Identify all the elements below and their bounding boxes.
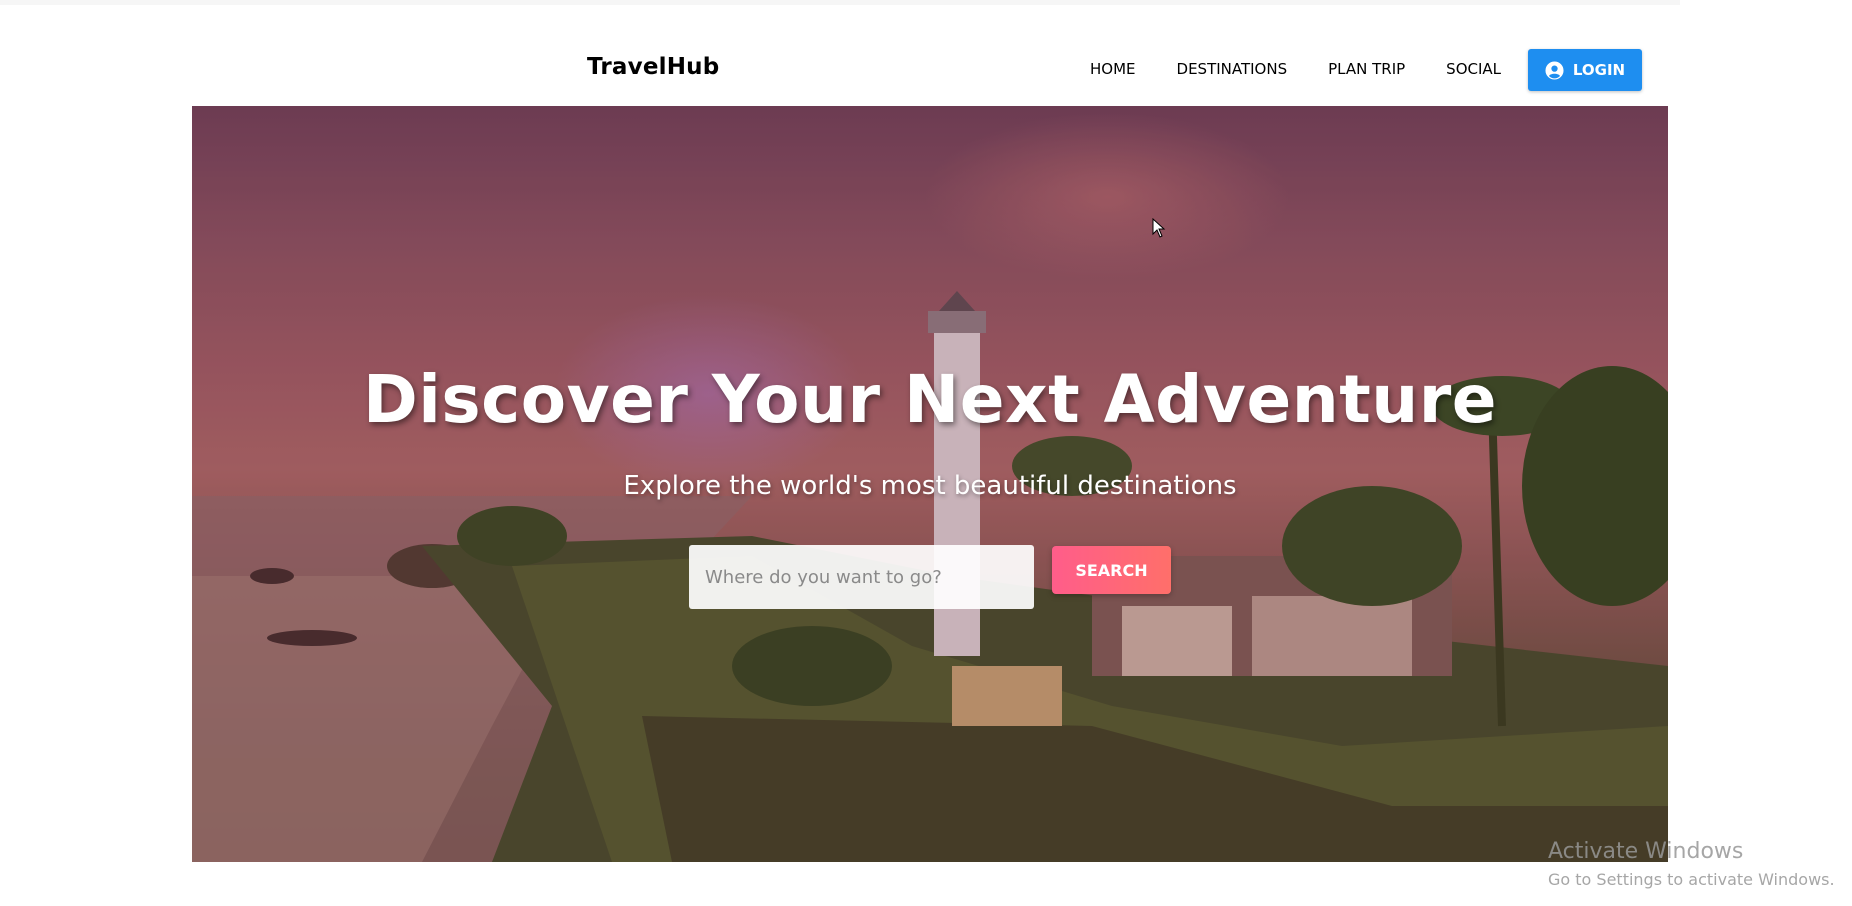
site-logo[interactable]: TravelHub <box>587 54 719 80</box>
nav-link-destinations[interactable]: DESTINATIONS <box>1177 60 1288 78</box>
site-header: TravelHub HOME DESTINATIONS PLAN TRIP SO… <box>0 0 1852 106</box>
hero-section: Discover Your Next Adventure Explore the… <box>192 106 1668 862</box>
hero-subtitle: Explore the world's most beautiful desti… <box>623 471 1237 501</box>
watermark-title: Activate Windows <box>1548 839 1744 864</box>
nav-link-social[interactable]: SOCIAL <box>1446 60 1501 78</box>
watermark-subtitle: Go to Settings to activate Windows. <box>1548 870 1835 889</box>
main-nav: HOME DESTINATIONS PLAN TRIP SOCIAL <box>1090 47 1542 91</box>
mouse-cursor-icon <box>1152 218 1166 238</box>
hero-title: Discover Your Next Adventure <box>362 361 1498 438</box>
activate-windows-watermark: Activate Windows Go to Settings to activ… <box>1548 839 1835 889</box>
user-circle-icon <box>1545 60 1564 80</box>
page: TravelHub HOME DESTINATIONS PLAN TRIP SO… <box>0 0 1852 906</box>
login-label: LOGIN <box>1572 61 1626 79</box>
login-button[interactable]: LOGIN <box>1528 49 1642 91</box>
nav-link-home[interactable]: HOME <box>1090 60 1136 78</box>
search-button[interactable]: SEARCH <box>1052 546 1171 594</box>
destination-search-input[interactable] <box>689 545 1034 609</box>
nav-link-plan-trip[interactable]: PLAN TRIP <box>1328 60 1405 78</box>
